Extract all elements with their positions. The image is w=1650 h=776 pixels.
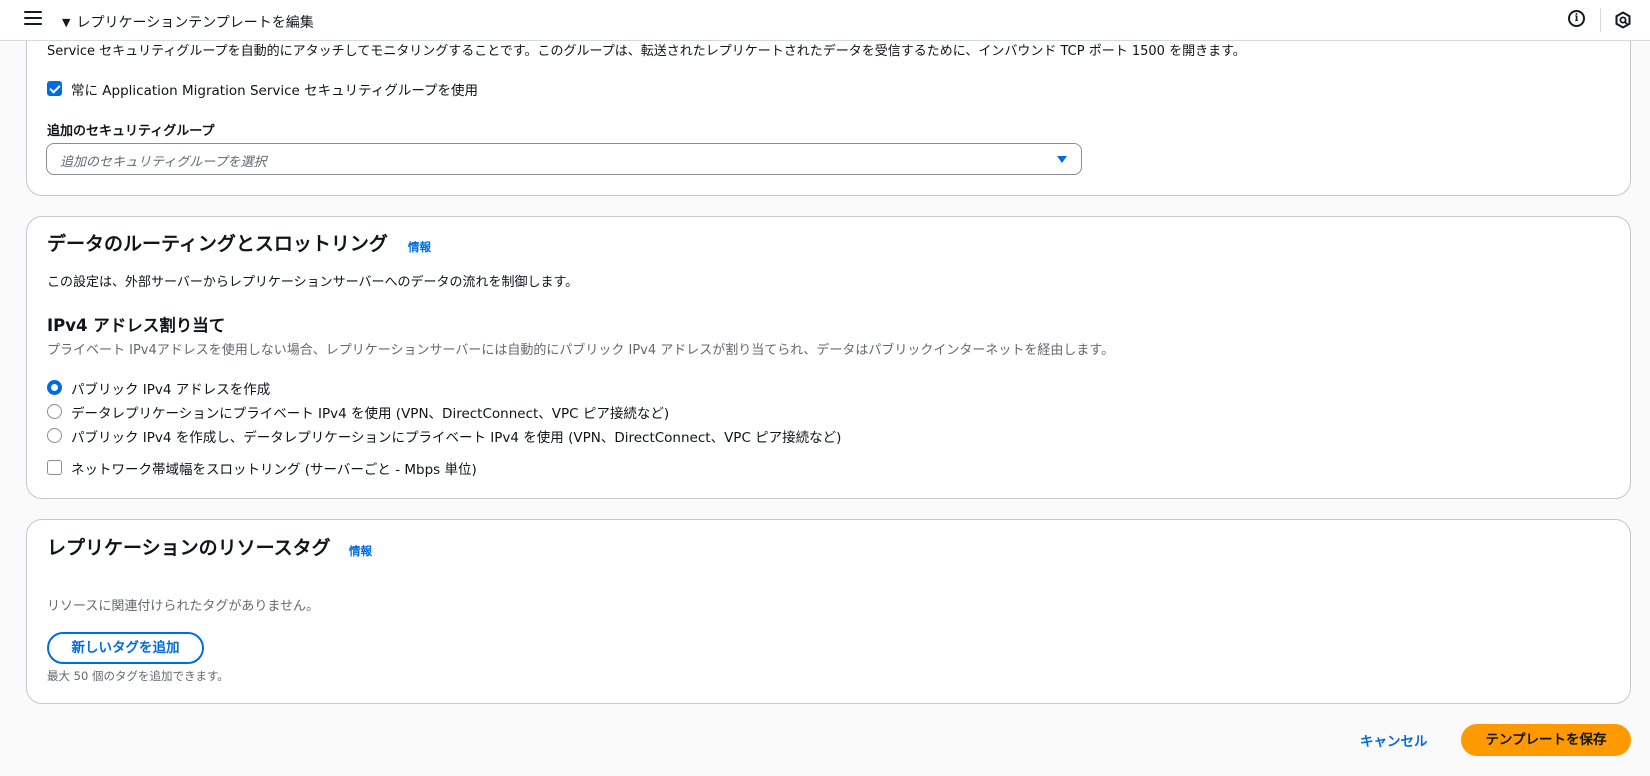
breadcrumb-title: レプリケーションテンプレートを編集 [76,15,314,31]
routing-description: この設定は、外部サーバーからレプリケーションサーバーへのデータの流れを制御します… [47,275,579,290]
save-template-button[interactable]: テンプレートを保存 [1461,724,1631,756]
routing-title: データのルーティングとスロットリング [47,233,388,255]
throttle-checkbox[interactable] [47,460,62,475]
additional-sg-select[interactable]: 追加のセキュリティグループを選択 [46,143,1082,175]
cancel-button[interactable]: キャンセル [1360,730,1428,752]
radio-public-ipv4[interactable] [47,380,62,395]
radio-private-ipv4[interactable] [47,404,62,419]
no-tags-text: リソースに関連付けられたタグがありません。 [47,599,319,614]
ipv4-description: プライベート IPv4アドレスを使用しない場合、レプリケーションサーバーには自動… [47,343,1115,358]
cloud-icon[interactable] [1614,11,1632,29]
breadcrumb[interactable]: ▼ レプリケーションテンプレートを編集 [62,12,314,32]
ipv4-title: IPv4 アドレス割り当て [47,316,226,335]
routing-info-link[interactable]: 情報 [408,239,431,255]
additional-sg-label: 追加のセキュリティグループ [47,124,215,139]
add-tag-button[interactable]: 新しいタグを追加 [47,632,204,664]
radio-public-ipv4-label[interactable]: パブリック IPv4 アドレスを作成 [71,378,270,398]
tag-limit-text: 最大 50 個のタグを追加できます。 [47,669,229,683]
divider [1600,8,1601,32]
security-group-description: Service セキュリティグループを自動的にアタッチしてモニタリングすることで… [47,44,1246,59]
radio-public-and-private-ipv4[interactable] [47,428,62,443]
always-use-sg-checkbox[interactable] [47,81,62,96]
always-use-sg-label[interactable]: 常に Application Migration Service セキュリティグ… [71,79,478,99]
expand-triangle-icon: ▼ [62,15,71,29]
caret-down-icon [1057,156,1067,163]
throttle-label[interactable]: ネットワーク帯域幅をスロットリング (サーバーごと - Mbps 単位) [71,458,477,478]
top-navigation-bar: ▼ レプリケーションテンプレートを編集 i [0,0,1650,41]
additional-sg-placeholder: 追加のセキュリティグループを選択 [60,155,267,170]
tags-title: レプリケーションのリソースタグ [47,537,331,559]
radio-public-and-private-ipv4-label[interactable]: パブリック IPv4 を作成し、データレプリケーションにプライベート IPv4 … [71,426,841,446]
info-icon[interactable]: i [1568,10,1585,27]
menu-icon[interactable] [24,11,42,27]
radio-private-ipv4-label[interactable]: データレプリケーションにプライベート IPv4 を使用 (VPN、DirectC… [71,402,669,422]
tags-info-link[interactable]: 情報 [349,543,372,559]
